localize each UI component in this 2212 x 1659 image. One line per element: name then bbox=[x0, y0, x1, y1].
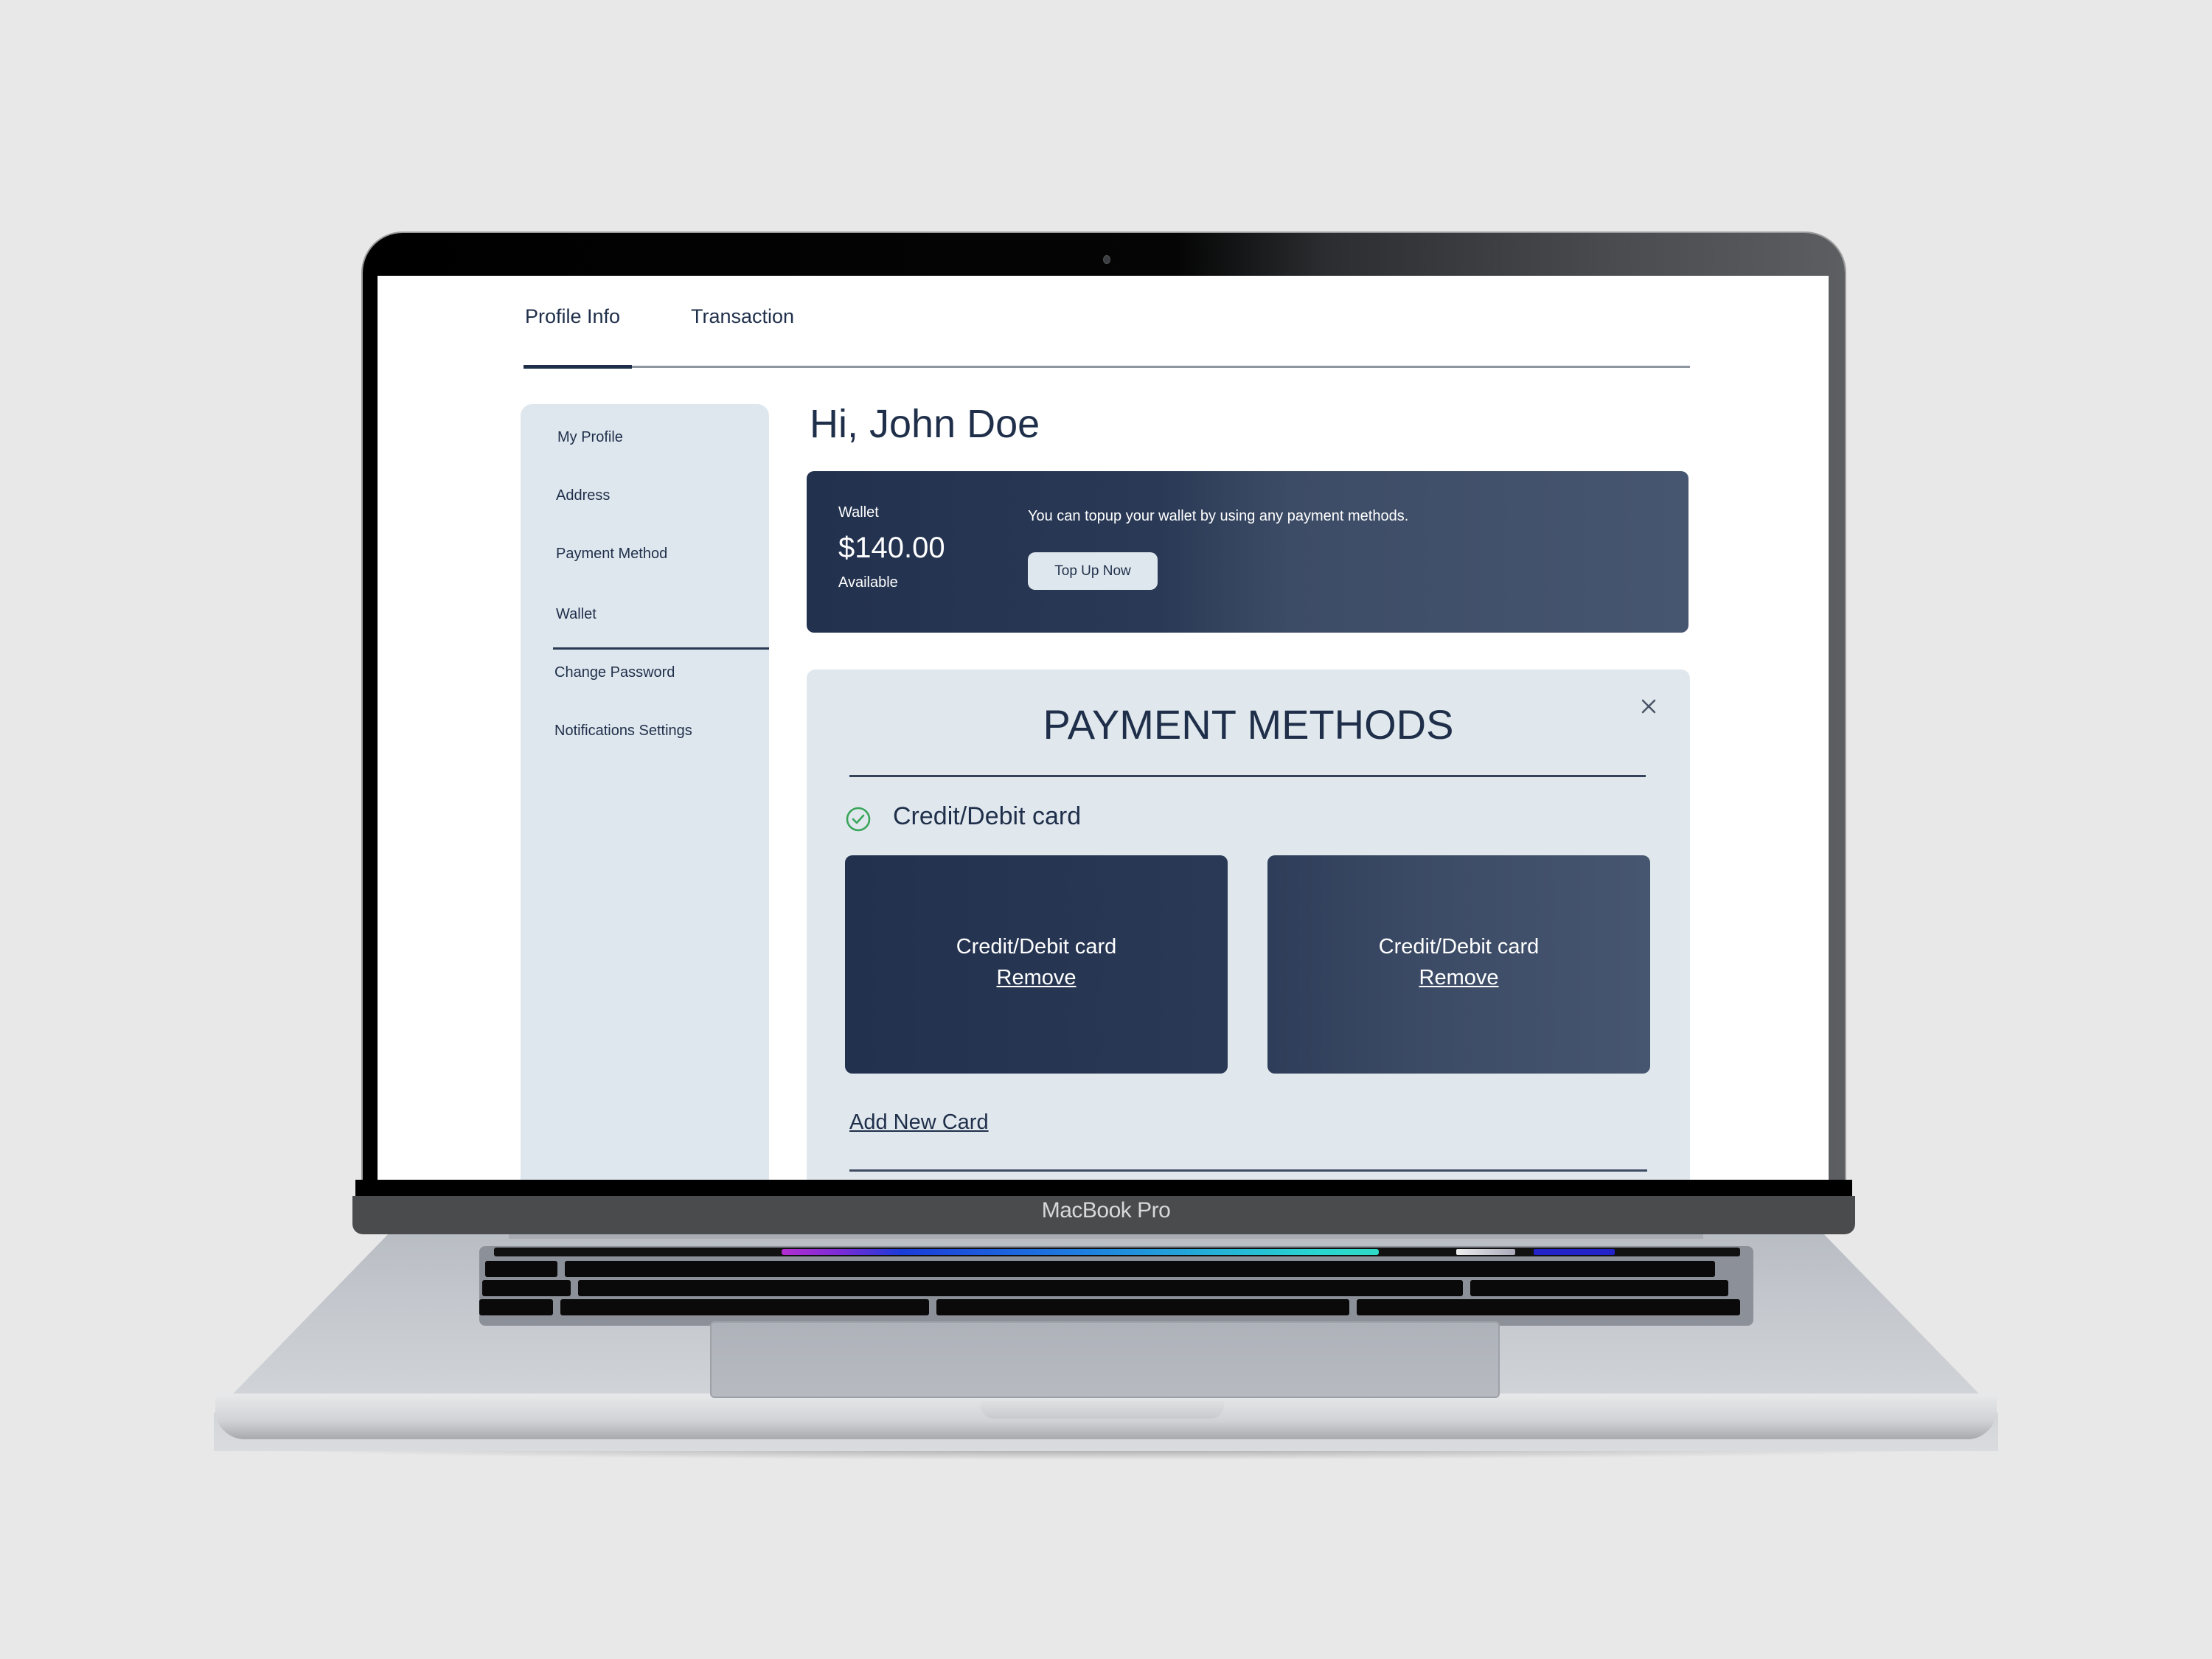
saved-card[interactable]: Credit/Debit card Remove bbox=[845, 855, 1228, 1074]
divider bbox=[849, 1169, 1647, 1172]
tab-divider bbox=[524, 366, 1690, 368]
lid-opening-notch bbox=[981, 1401, 1224, 1419]
key bbox=[485, 1261, 557, 1277]
keyboard-row bbox=[482, 1280, 1728, 1296]
card-label: Credit/Debit card bbox=[1378, 935, 1540, 959]
wallet-balance: $140.00 bbox=[838, 532, 945, 564]
tab-transaction[interactable]: Transaction bbox=[691, 305, 794, 328]
key bbox=[482, 1280, 571, 1296]
camera-icon bbox=[1103, 255, 1110, 264]
tab-profile-info[interactable]: Profile Info bbox=[525, 305, 620, 328]
keyboard bbox=[479, 1246, 1753, 1326]
wallet-balance-status: Available bbox=[838, 574, 898, 591]
key bbox=[1470, 1280, 1728, 1296]
trackpad bbox=[710, 1321, 1500, 1398]
close-icon[interactable] bbox=[1635, 693, 1662, 720]
keyboard-row bbox=[479, 1299, 1740, 1315]
payment-methods-title: PAYMENT METHODS bbox=[1043, 701, 1454, 748]
key bbox=[565, 1261, 1715, 1277]
sidebar-item-wallet[interactable]: Wallet bbox=[556, 606, 597, 623]
divider bbox=[849, 775, 1646, 777]
keyboard-row bbox=[485, 1261, 1715, 1277]
wallet-topup-hint: You can topup your wallet by using any p… bbox=[1028, 508, 1409, 524]
screen: Profile Info Transaction My Profile Addr… bbox=[378, 276, 1829, 1180]
card-label: Credit/Debit card bbox=[956, 935, 1117, 959]
touch-bar-slider bbox=[782, 1249, 1379, 1255]
key bbox=[578, 1280, 1463, 1296]
wallet-card: Wallet $140.00 Available You can topup y… bbox=[807, 471, 1688, 633]
saved-card[interactable]: Credit/Debit card Remove bbox=[1267, 855, 1650, 1074]
key bbox=[1357, 1299, 1740, 1315]
payment-methods-panel: PAYMENT METHODS Credit/Debit card Credit… bbox=[807, 669, 1690, 1180]
sidebar-item-payment-method[interactable]: Payment Method bbox=[556, 546, 667, 563]
check-circle-icon[interactable] bbox=[845, 806, 872, 832]
active-sidebar-indicator bbox=[553, 647, 769, 650]
key bbox=[936, 1299, 1349, 1315]
payment-type-label: Credit/Debit card bbox=[893, 802, 1082, 830]
remove-card-link[interactable]: Remove bbox=[845, 966, 1228, 990]
sidebar-item-notifications-settings[interactable]: Notifications Settings bbox=[554, 723, 692, 740]
sidebar-item-address[interactable]: Address bbox=[556, 487, 610, 504]
device-brand-label: MacBook Pro bbox=[1041, 1198, 1171, 1222]
touch-bar-control bbox=[1456, 1249, 1515, 1255]
sidebar-item-change-password[interactable]: Change Password bbox=[554, 664, 675, 681]
page-title: Hi, John Doe bbox=[810, 402, 1040, 446]
sidebar: My Profile Address Payment Method Wallet… bbox=[521, 404, 769, 1180]
sidebar-item-my-profile[interactable]: My Profile bbox=[557, 429, 623, 446]
key bbox=[479, 1299, 553, 1315]
top-up-now-button[interactable]: Top Up Now bbox=[1028, 552, 1158, 590]
remove-card-link[interactable]: Remove bbox=[1267, 966, 1650, 990]
wallet-label: Wallet bbox=[838, 504, 879, 521]
key bbox=[560, 1299, 929, 1315]
add-new-card-link[interactable]: Add New Card bbox=[849, 1110, 989, 1135]
touch-bar-control bbox=[1534, 1249, 1615, 1255]
active-tab-indicator bbox=[524, 365, 632, 369]
